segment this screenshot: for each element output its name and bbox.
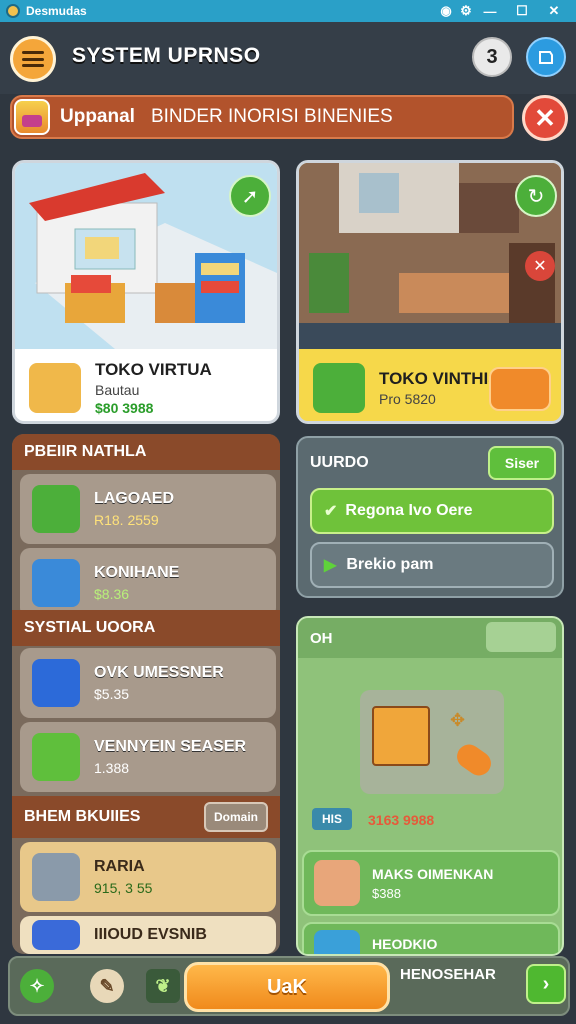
item-price: $5.35 bbox=[94, 686, 130, 702]
minimize-button[interactable]: — bbox=[476, 0, 504, 22]
key-icon: ✥ bbox=[450, 710, 466, 730]
window-title: Desmudas bbox=[26, 4, 87, 18]
store-subtitle: Pro 5820 bbox=[379, 391, 436, 407]
right-panel-bottom: OH ✥ HIS 3163 9988 MAKS OIMENKAN $388 HE… bbox=[296, 616, 564, 956]
app-icon bbox=[6, 4, 20, 18]
leaf-icon[interactable]: ❦ bbox=[146, 969, 180, 1003]
document-icon bbox=[372, 706, 430, 766]
section-header: SYSTIAL UOORA bbox=[12, 610, 280, 646]
coupon-icon[interactable] bbox=[489, 367, 551, 411]
item-name: KONIHANE bbox=[94, 564, 180, 581]
refresh-icon[interactable]: ↻ bbox=[515, 175, 557, 217]
maximize-button[interactable]: ☐ bbox=[508, 0, 536, 22]
box-icon bbox=[32, 559, 80, 607]
store-subtitle: Bautau bbox=[95, 382, 140, 398]
settings-icon bbox=[539, 51, 553, 64]
section-title: BHEM BKUIIES bbox=[24, 808, 141, 825]
item-name: LAGOAED bbox=[94, 490, 174, 507]
remove-icon[interactable]: ✕ bbox=[525, 251, 555, 281]
list-item[interactable]: OVK UMESSNER $5.35 bbox=[20, 648, 276, 718]
item-name: MAKS OIMENKAN bbox=[372, 866, 494, 882]
shop-cart-icon bbox=[313, 363, 365, 413]
page-title: SYSTEM UPRNSO bbox=[72, 44, 261, 67]
main-action-button[interactable]: UaK bbox=[184, 962, 390, 1012]
bottom-bar-label: HENOSEHAR bbox=[400, 966, 496, 983]
status-badge: HIS bbox=[312, 808, 352, 830]
window-titlebar: Desmudas ◉ ⚙ — ☐ ✕ bbox=[0, 0, 576, 22]
banner-label: Uppanal bbox=[60, 106, 135, 127]
share-icon[interactable]: ➚ bbox=[229, 175, 271, 217]
siser-button[interactable]: Siser bbox=[488, 446, 556, 480]
cart-icon bbox=[29, 363, 81, 413]
left-panel: PBEIIR NATHLA LAGOAED R18. 2559 KONIHANE… bbox=[12, 434, 280, 954]
primary-action-button[interactable]: ✔ Regona Ivo Oere bbox=[310, 488, 554, 534]
play-icon: ▶ bbox=[324, 557, 337, 574]
window-close-button[interactable]: ✕ bbox=[540, 0, 568, 22]
banner-text: BINDER INORISI BINENIES bbox=[150, 106, 393, 127]
item-name: RARIA bbox=[94, 858, 145, 875]
help-button[interactable]: 3 bbox=[472, 37, 512, 77]
item-name: IIIOUD EVSNIB bbox=[94, 926, 207, 943]
folder-icon bbox=[32, 920, 80, 950]
store-illustration: ➚ bbox=[15, 163, 277, 349]
document-preview: ✥ bbox=[360, 690, 504, 794]
banner-close-button[interactable]: ✕ bbox=[522, 95, 568, 141]
domain-button[interactable]: Domain bbox=[204, 802, 268, 832]
store-icon bbox=[32, 659, 80, 707]
secondary-action-button[interactable]: ▶ Brekio pam bbox=[310, 542, 554, 588]
list-item[interactable]: VENNYEIN SEASER 1.388 bbox=[20, 722, 276, 792]
cake-icon bbox=[14, 99, 50, 135]
item-name: OVK UMESSNER bbox=[94, 664, 224, 681]
panel-header-box bbox=[486, 622, 556, 652]
edit-icon[interactable]: ✎ bbox=[90, 969, 124, 1003]
right-panel-top: UURDO Siser ✔ Regona Ivo Oere ▶ Brekio p… bbox=[296, 436, 564, 598]
store-card-virtual[interactable]: ➚ TOKO VIRTUA Bautau $80 3988 bbox=[12, 160, 280, 424]
total-price: 3163 9988 bbox=[368, 812, 435, 828]
store-card-footer: TOKO VIRTUA Bautau $80 3988 bbox=[15, 349, 277, 421]
item-price: $8.36 bbox=[94, 586, 130, 602]
tool-icon bbox=[452, 739, 496, 781]
notification-banner[interactable]: Uppanal BINDER INORISI BINENIES bbox=[10, 95, 514, 139]
list-item[interactable]: HEODKIO bbox=[302, 922, 560, 954]
store-name: TOKO VINTHIS bbox=[379, 369, 500, 388]
store-interior-illustration: ↻ ✕ bbox=[299, 163, 561, 349]
list-item[interactable]: MAKS OIMENKAN $388 bbox=[302, 850, 560, 916]
panel-title: UURDO bbox=[310, 454, 369, 471]
store-card-footer: TOKO VINTHIS Pro 5820 bbox=[299, 349, 561, 421]
trolley-icon bbox=[32, 853, 80, 901]
list-item[interactable]: LAGOAED R18. 2559 bbox=[20, 474, 276, 544]
cart-icon bbox=[32, 485, 80, 533]
next-button[interactable]: › bbox=[526, 964, 566, 1004]
hamburger-icon bbox=[22, 51, 44, 67]
store-card-vinthis[interactable]: ↻ ✕ TOKO VINTHIS Pro 5820 bbox=[296, 160, 564, 424]
toy-icon bbox=[314, 930, 360, 954]
store-price: $80 3988 bbox=[95, 400, 154, 416]
item-price: R18. 2559 bbox=[94, 512, 159, 528]
list-item[interactable]: RARIA 915, 3 55 bbox=[20, 842, 276, 912]
item-name: VENNYEIN SEASER bbox=[94, 738, 247, 755]
gift-icon bbox=[314, 860, 360, 906]
item-name: HEODKIO bbox=[372, 936, 438, 952]
item-price: 1.388 bbox=[94, 760, 130, 776]
secondary-action-label: Brekio pam bbox=[346, 556, 434, 573]
list-item[interactable]: KONIHANE $8.36 bbox=[20, 548, 276, 618]
menu-button[interactable] bbox=[10, 36, 56, 82]
item-price: 915, 3 55 bbox=[94, 880, 153, 896]
store-name: TOKO VIRTUA bbox=[95, 360, 212, 379]
settings-button[interactable] bbox=[526, 37, 566, 77]
item-price: $388 bbox=[372, 886, 401, 901]
package-icon bbox=[32, 733, 80, 781]
primary-action-label: Regona Ivo Oere bbox=[345, 502, 473, 519]
list-item[interactable]: IIIOUD EVSNIB bbox=[20, 916, 276, 954]
shield-check-icon: ✔ bbox=[324, 503, 338, 520]
section-header: BHEM BKUIIES Domain bbox=[12, 796, 280, 838]
compass-icon[interactable]: ✧ bbox=[20, 969, 54, 1003]
section-header: PBEIIR NATHLA bbox=[12, 434, 280, 470]
